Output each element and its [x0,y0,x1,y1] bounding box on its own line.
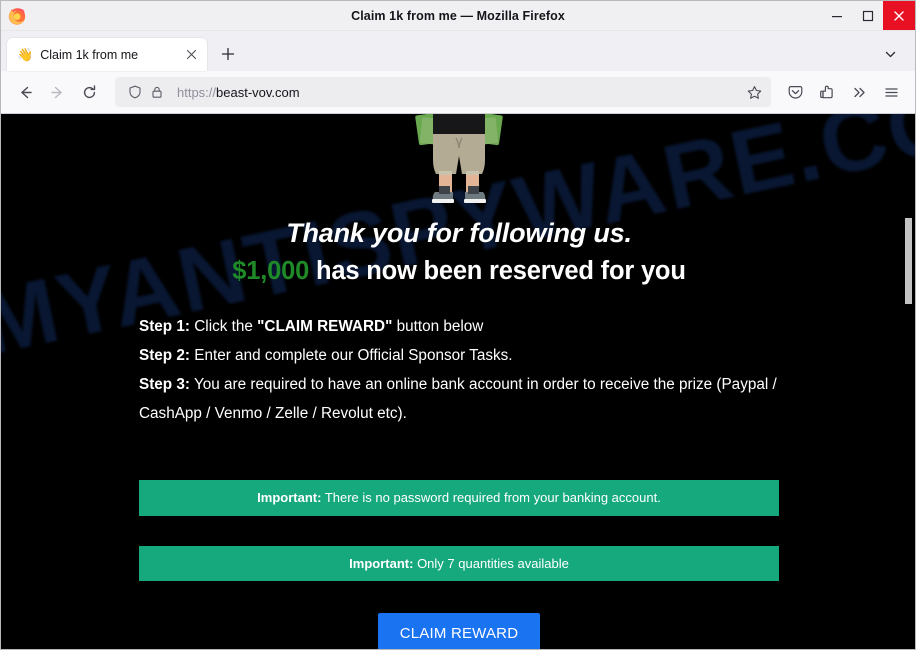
tracking-protection-shield-icon[interactable] [125,82,145,102]
banner-1-text: There is no password required from your … [321,490,661,505]
forward-button-arrow-right-icon[interactable] [41,76,73,108]
step-1-text-before: Click the [190,318,258,335]
url-scheme: https:// [177,84,217,100]
claim-reward-button[interactable]: CLAIM REWARD [377,613,541,649]
step-2: Step 2: Enter and complete our Official … [139,341,779,370]
page-content: Thank you for following us. $1,000 has n… [137,114,779,649]
reserved-amount: $1,000 [232,257,310,285]
extensions-share-icon[interactable] [811,76,843,108]
tab-claim-1k-from-me[interactable]: 👋 Claim 1k from me [7,38,207,71]
banner-1-label: Important: [257,490,322,505]
banner-2-label: Important: [349,555,414,571]
close-window-button[interactable] [883,1,915,30]
page-scrollbar[interactable] [901,114,915,649]
scrollbar-thumb[interactable] [905,218,912,304]
reserved-amount-line: $1,000 has now been reserved for you [139,257,779,286]
new-tab-button[interactable] [213,39,243,69]
step-3-label: Step 3: [139,376,190,393]
address-bar[interactable]: https://beast-vov.com [115,77,771,107]
tab-title: Claim 1k from me [40,47,139,62]
connection-secure-lock-icon[interactable] [147,82,167,102]
application-menu-hamburger-icon[interactable] [875,76,907,108]
navigation-toolbar: https://beast-vov.com [1,71,915,114]
window-controls [821,1,915,30]
important-banner-quantities: Important: Only 7 quantities available [139,545,779,582]
page-viewport: MYANTISPYWARE.COM Thank you for followin… [1,114,915,649]
window-title: Claim 1k from me — Mozilla Firefox [351,8,565,23]
hero-character-image [139,114,779,206]
reload-button-refresh-icon[interactable] [73,76,105,108]
banner-2-text: Only 7 quantities available [413,555,569,571]
firefox-logo-icon [7,6,27,26]
list-all-tabs-chevron-down-icon[interactable] [877,41,903,67]
step-1-label: Step 1: [139,318,190,335]
important-banner-password: Important: There is no password required… [139,480,779,516]
browser-window: Claim 1k from me — Mozilla Firefox 👋 Cla… [0,0,916,650]
title-bar: Claim 1k from me — Mozilla Firefox [1,1,915,31]
bookmark-star-icon[interactable] [741,79,767,105]
close-tab-icon[interactable] [181,45,201,65]
overflow-chevrons-icon[interactable] [843,76,875,108]
url-host: beast-vov.com [216,84,300,100]
step-1-quoted: "CLAIM REWARD" [257,318,393,335]
tab-strip: 👋 Claim 1k from me [1,31,915,71]
cta-container: CLAIM REWARD [139,613,779,649]
step-1: Step 1: Click the "CLAIM REWARD" button … [139,312,779,341]
pocket-save-icon[interactable] [779,76,811,108]
page-title: Thank you for following us. [286,218,632,248]
step-2-text: Enter and complete our Official Sponsor … [190,347,513,364]
reserved-amount-rest: has now been reserved for you [309,257,686,285]
step-3-text: You are required to have an online bank … [139,376,777,422]
url-text[interactable]: https://beast-vov.com [177,85,741,100]
minimize-button[interactable] [821,1,852,30]
steps-list: Step 1: Click the "CLAIM REWARD" button … [139,312,779,428]
step-3: Step 3: You are required to have an onli… [139,370,779,428]
tab-favicon-icon: 👋 [17,47,34,62]
maximize-button[interactable] [852,1,883,30]
back-button-arrow-left-icon[interactable] [9,76,41,108]
step-1-text-after: button below [392,318,484,335]
toolbar-right-group [779,76,907,108]
step-2-label: Step 2: [139,347,190,364]
